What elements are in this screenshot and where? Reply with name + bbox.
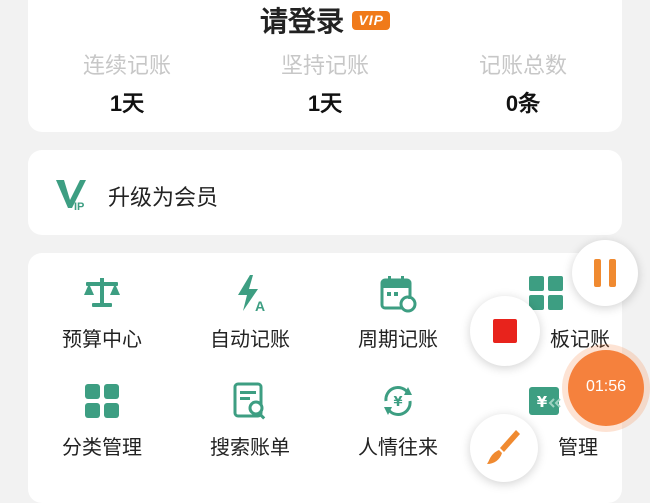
recorder-stop-button[interactable] (470, 296, 540, 366)
feature-category-manage[interactable]: 分类管理 (28, 381, 176, 460)
vip-badge: VIP (352, 10, 391, 30)
feature-gift-exchange[interactable]: ¥ 人情往来 (324, 381, 472, 460)
stat-persist-days: 坚持记账 1天 (226, 48, 424, 118)
svg-text:¥: ¥ (393, 395, 402, 410)
stat-value: 1天 (307, 91, 343, 116)
yen-cycle-icon: ¥ (384, 386, 412, 416)
feature-periodic-record[interactable]: 周期记账 (324, 273, 472, 352)
category-grid-icon (85, 384, 119, 418)
stat-label: 记账总数 (478, 53, 567, 78)
recorder-timer: 01:56 (585, 378, 627, 395)
recorder-timer-button[interactable]: 01:56 (568, 350, 644, 426)
upgrade-label: 升级为会员 (108, 185, 219, 210)
recorder-pause-button[interactable] (572, 240, 638, 306)
stop-icon (493, 319, 517, 343)
feature-label: 自动记账 (210, 329, 290, 351)
feature-search-bill[interactable]: 搜索账单 (176, 381, 324, 460)
stat-value: 0条 (505, 91, 541, 116)
stats-row: 连续记账 1天 坚持记账 1天 记账总数 0条 (28, 48, 622, 118)
lightning-a-icon: A (238, 275, 265, 313)
feature-budget-center[interactable]: 预算中心 (28, 273, 176, 352)
scale-icon (84, 278, 120, 307)
bill-search-icon (233, 382, 266, 420)
stat-value: 1天 (109, 91, 145, 116)
feature-label: 人情往来 (358, 437, 438, 459)
svg-text:A: A (255, 298, 265, 313)
feature-auto-record[interactable]: A 自动记账 (176, 273, 324, 352)
svg-text:¥: ¥ (537, 393, 548, 411)
pause-icon (594, 259, 616, 287)
feature-label: 周期记账 (358, 329, 438, 351)
vip-logo-icon: IP (56, 180, 86, 212)
stat-total-records: 记账总数 0条 (424, 48, 622, 118)
brush-icon (487, 430, 520, 464)
stat-label: 坚持记账 (280, 53, 369, 78)
feature-label: 搜索账单 (210, 437, 290, 459)
login-link[interactable]: 请登录 (260, 6, 344, 37)
recorder-brush-button[interactable] (470, 414, 538, 482)
calendar-repeat-icon (380, 276, 417, 313)
stat-label: 连续记账 (82, 53, 171, 78)
stat-consecutive-days: 连续记账 1天 (28, 48, 226, 118)
svg-text:IP: IP (74, 201, 84, 212)
feature-label: 预算中心 (62, 329, 142, 351)
upgrade-vip-card[interactable]: IP 升级为会员 (28, 150, 622, 235)
feature-label: 分类管理 (62, 437, 142, 459)
login-title-row[interactable]: 请登录 VIP (28, 0, 622, 40)
profile-card[interactable]: 请登录 VIP 连续记账 1天 坚持记账 1天 记账总数 0条 (28, 0, 622, 132)
